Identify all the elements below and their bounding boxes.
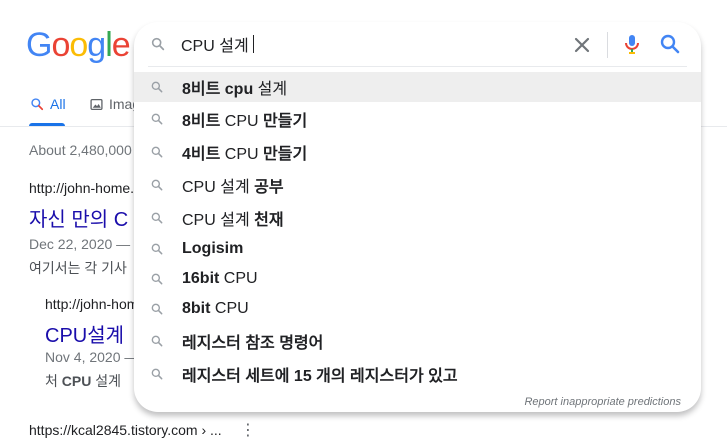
- suggestion-text: 4비트 CPU 만들기: [182, 140, 307, 164]
- google-logo[interactable]: Google: [26, 26, 131, 65]
- suggestion-text: CPU 설계 천재: [182, 206, 284, 230]
- suggestion-item[interactable]: 레지스터 참조 명령어: [134, 324, 701, 357]
- suggestion-item[interactable]: 8비트 cpu 설계: [134, 72, 701, 102]
- suggestion-plain-part: CPU: [219, 270, 258, 287]
- suggestion-text: CPU 설계 공부: [182, 173, 284, 197]
- suggestion-text: 16bit CPU: [182, 270, 258, 288]
- suggestion-plain-part: CPU 설계: [182, 178, 255, 196]
- search-icon: [151, 146, 163, 157]
- search-icon: [151, 368, 163, 379]
- suggestion-plain-part: 설계: [253, 81, 288, 98]
- search-input[interactable]: [181, 32, 561, 56]
- suggestion-item[interactable]: 8비트 CPU 만들기: [134, 102, 701, 135]
- text-caret: [253, 35, 254, 53]
- search-icon: [151, 37, 165, 51]
- tab-all[interactable]: All: [30, 96, 66, 112]
- search-submit-icon[interactable]: [658, 32, 682, 56]
- suggestion-plain-part: CPU: [220, 112, 264, 130]
- suggestion-text: 레지스터 세트에 15 개의 레지스터가 있고: [182, 362, 458, 386]
- suggestion-item[interactable]: CPU 설계 공부: [134, 168, 701, 201]
- suggestion-text: 8bit CPU: [182, 300, 249, 318]
- suggestion-text: 8비트 cpu 설계: [182, 75, 287, 99]
- close-icon[interactable]: [570, 33, 594, 57]
- suggestion-item[interactable]: 4비트 CPU 만들기: [134, 135, 701, 168]
- suggestion-plain-part: CPU 설계: [182, 211, 255, 229]
- result-1-title[interactable]: 자신 만의 C: [29, 203, 128, 232]
- search-bar-divider: [607, 32, 608, 58]
- search-icon: [31, 98, 44, 111]
- logo-letter: e: [111, 26, 131, 64]
- result-1-snippet: 여기서는 각 기사: [29, 260, 127, 276]
- result-1-url[interactable]: http://john-home.: [29, 180, 134, 196]
- suggestion-item[interactable]: 16bit CPU: [134, 264, 701, 294]
- suggestion-bold-part: 레지스터 참조 명령어: [182, 334, 324, 352]
- result-2-snippet: 처 CPU 설계: [45, 371, 121, 391]
- tab-all-label: All: [50, 96, 66, 112]
- suggestion-plain-part: CPU: [210, 300, 249, 317]
- search-bar: [134, 22, 701, 66]
- suggestion-item[interactable]: 8bit CPU: [134, 294, 701, 324]
- search-icon: [151, 179, 163, 190]
- snippet-text: 처: [45, 373, 62, 389]
- mic-icon[interactable]: [620, 32, 644, 56]
- suggestion-text: 레지스터 참조 명령어: [182, 329, 323, 353]
- more-options-icon[interactable]: ⋮: [240, 420, 256, 440]
- snippet-bold-text: CPU: [61, 373, 92, 389]
- search-icon: [151, 113, 163, 124]
- suggestion-item[interactable]: Logisim: [134, 234, 701, 264]
- suggestion-bold-part: 레지스터 세트에 15 개의 레지스터가 있고: [182, 367, 458, 385]
- dropdown-divider: [148, 66, 687, 67]
- result-2-url[interactable]: http://john-home: [45, 296, 146, 312]
- suggestion-bold-part: 8bit: [182, 300, 211, 317]
- search-autocomplete-panel: 8비트 cpu 설계8비트 CPU 만들기4비트 CPU 만들기CPU 설계 공…: [134, 22, 701, 412]
- suggestion-item[interactable]: 레지스터 세트에 15 개의 레지스터가 있고: [134, 357, 701, 390]
- suggestion-bold-part: 8비트 cpu: [182, 81, 254, 98]
- suggestion-text: 8비트 CPU 만들기: [182, 107, 307, 131]
- result-3-url[interactable]: https://kcal2845.tistory.com › ...: [29, 422, 222, 438]
- report-predictions-link[interactable]: Report inappropriate predictions: [524, 396, 681, 408]
- logo-letter: g: [87, 26, 106, 64]
- suggestion-bold-part: 4비트: [182, 145, 221, 163]
- logo-letter: o: [69, 26, 88, 64]
- suggestion-bold-part: 만들기: [263, 145, 308, 163]
- suggestion-plain-part: CPU: [220, 145, 264, 163]
- search-icon: [151, 273, 163, 285]
- snippet-text: 설계: [91, 373, 121, 389]
- search-icon: [151, 303, 163, 315]
- result-1-date: Dec 22, 2020 —: [29, 236, 131, 252]
- suggestion-item[interactable]: CPU 설계 천재: [134, 201, 701, 234]
- search-icon: [151, 335, 163, 346]
- tab-images[interactable]: Imag: [90, 96, 140, 112]
- suggestion-bold-part: 천재: [254, 211, 284, 229]
- search-icon: [151, 81, 163, 93]
- image-icon: [90, 98, 103, 110]
- search-icon: [151, 243, 163, 255]
- suggestion-bold-part: 16bit: [182, 270, 220, 287]
- google-search-page: Google All Imag About 2,480,000 http://j…: [0, 0, 727, 448]
- suggestion-list: 8비트 cpu 설계 8비트 CPU 만들기 4비트 CPU 만들기 CPU 설계 공…: [134, 72, 701, 390]
- suggestion-bold-part: 8비트: [182, 112, 221, 130]
- logo-letter: G: [26, 26, 52, 64]
- result-2-title[interactable]: CPU설계: [45, 319, 124, 348]
- suggestion-text: Logisim: [182, 240, 243, 258]
- suggestion-bold-part: 만들기: [263, 112, 308, 130]
- logo-letter: o: [51, 26, 70, 64]
- search-icon: [151, 212, 163, 223]
- result-stats: About 2,480,000: [29, 142, 132, 158]
- suggestion-bold-part: 공부: [254, 178, 284, 196]
- suggestion-bold-part: Logisim: [182, 240, 244, 257]
- result-2-date: Nov 4, 2020 —: [45, 349, 139, 365]
